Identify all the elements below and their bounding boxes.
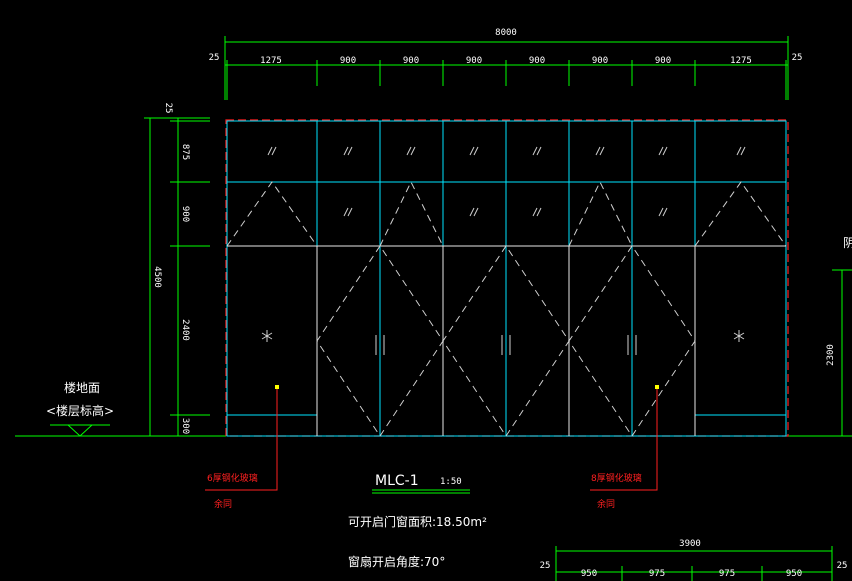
note-leaders bbox=[205, 387, 658, 491]
dim-top-seg: 1275 bbox=[260, 56, 282, 66]
dim-bottom-seg: 975 bbox=[719, 569, 735, 579]
dim-left-seg: 2400 bbox=[180, 319, 190, 341]
dim-top-seg: 900 bbox=[529, 56, 545, 66]
opening-outline bbox=[225, 119, 789, 437]
angle-text: 窗扇开启角度:70° bbox=[348, 554, 445, 569]
elevation-drawing: 8000 25 25 1275 900 900 900 900 900 900 … bbox=[15, 28, 852, 581]
dim-left-seg: 300 bbox=[180, 418, 190, 434]
dim-bottom-seg: 950 bbox=[786, 569, 802, 579]
top-dimension-string bbox=[224, 36, 789, 100]
dim-bottom-total: 3900 bbox=[679, 539, 701, 549]
dim-top-edge-left: 25 bbox=[209, 53, 220, 63]
note-right-line1: 8厚钢化玻璃 bbox=[591, 472, 642, 484]
dim-bottom-seg: 950 bbox=[581, 569, 597, 579]
dim-top-seg: 900 bbox=[655, 56, 671, 66]
level-marker-icon bbox=[66, 424, 94, 437]
dim-top-seg: 900 bbox=[592, 56, 608, 66]
dim-left-seg: 900 bbox=[180, 206, 190, 222]
fixed-pane-star-icon bbox=[261, 330, 745, 342]
note-left-line2: 余同 bbox=[214, 498, 232, 510]
floor-sublabel: <楼层标高> bbox=[46, 403, 114, 418]
dim-top-seg: 900 bbox=[403, 56, 419, 66]
leader-point-right bbox=[655, 385, 659, 389]
dim-left-total: 4500 bbox=[152, 266, 162, 288]
leader-point-left bbox=[275, 385, 279, 389]
note-left-line1: 6厚钢化玻璃 bbox=[207, 472, 258, 484]
dim-bottom-edge-left: 25 bbox=[540, 561, 551, 571]
dim-bottom-seg: 975 bbox=[649, 569, 665, 579]
dim-bottom-edge-right: 25 bbox=[837, 561, 848, 571]
drawing-scale: 1:50 bbox=[440, 477, 462, 487]
dim-top-seg: 1275 bbox=[730, 56, 752, 66]
dim-right-height: 2300 bbox=[826, 344, 836, 366]
dim-top-total: 8000 bbox=[495, 28, 517, 38]
dim-top-seg: 900 bbox=[340, 56, 356, 66]
edge-glyph: 阴 bbox=[843, 236, 852, 250]
area-text: 可开启门窗面积:18.50m² bbox=[348, 514, 487, 529]
leaf-mullions bbox=[379, 246, 633, 436]
dim-left-seg: 875 bbox=[180, 144, 190, 160]
note-right-line2: 余同 bbox=[597, 498, 615, 510]
dim-left-top: 25 bbox=[163, 103, 173, 114]
drawing-title: MLC-1 bbox=[375, 473, 419, 489]
floor-label: 楼地面 bbox=[64, 380, 100, 395]
dim-top-seg: 900 bbox=[466, 56, 482, 66]
dim-top-edge-right: 25 bbox=[792, 53, 803, 63]
